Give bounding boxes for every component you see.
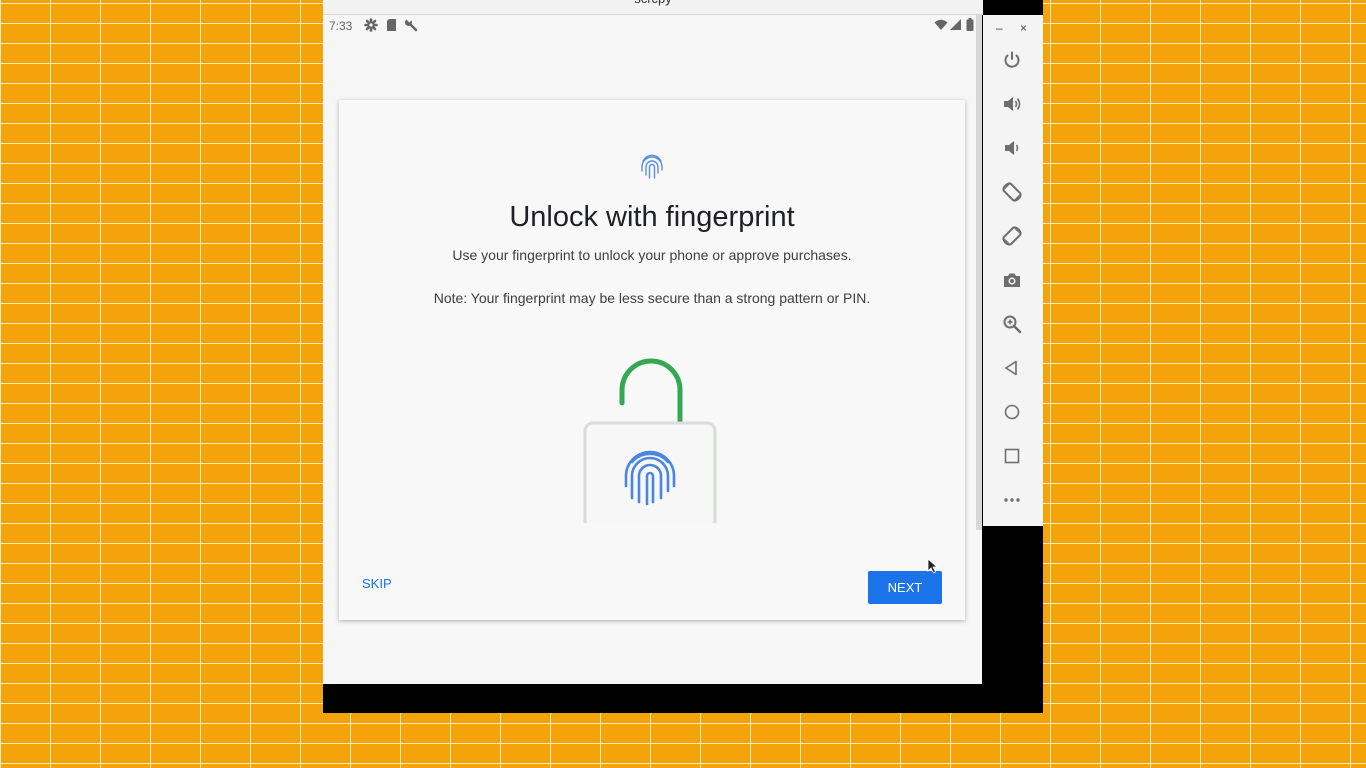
- rotate-right-icon: [1002, 226, 1022, 246]
- security-note: Note: Your fingerprint may be less secur…: [433, 290, 871, 306]
- window-titlebar[interactable]: scrcpy: [323, 0, 983, 15]
- window-title: scrcpy: [323, 0, 983, 6]
- wrench-icon: [405, 18, 418, 32]
- setup-card: Unlock with fingerprint Use your fingerp…: [339, 100, 965, 620]
- screen-scrollbar[interactable]: [976, 15, 982, 530]
- status-time: 7:33: [329, 19, 353, 33]
- rotate-left-button[interactable]: [999, 179, 1025, 205]
- padlock-shackle: [619, 358, 683, 425]
- signal-icon: [950, 19, 961, 30]
- volume-up-icon: [1004, 97, 1021, 111]
- overview-button[interactable]: [999, 443, 1025, 469]
- volume-up-button[interactable]: [999, 91, 1025, 117]
- more-dots-icon: [1004, 498, 1020, 502]
- overview-square-icon: [1004, 448, 1020, 464]
- power-icon: [1004, 51, 1020, 68]
- more-button[interactable]: [999, 487, 1025, 513]
- back-triangle-icon: [1005, 360, 1017, 376]
- side-toolbar: – ×: [983, 15, 1043, 526]
- page-description: Use your fingerprint to unlock your phon…: [452, 247, 852, 263]
- volume-down-icon: [1005, 141, 1019, 155]
- minimize-button[interactable]: –: [996, 21, 1003, 35]
- next-button[interactable]: NEXT: [868, 571, 942, 604]
- battery-icon: [966, 18, 974, 31]
- screenshot-button[interactable]: [999, 267, 1025, 293]
- home-circle-icon: [1004, 404, 1020, 420]
- device-screen[interactable]: 7:33 Unlock with fingerprint Use your fi…: [323, 15, 982, 684]
- volume-down-button[interactable]: [999, 135, 1025, 161]
- power-button[interactable]: [999, 47, 1025, 73]
- unlocked-padlock-illustration: [583, 358, 717, 523]
- wifi-icon: [934, 19, 948, 30]
- close-button[interactable]: ×: [1020, 21, 1027, 35]
- mouse-cursor-icon: [927, 558, 939, 574]
- rotate-right-button[interactable]: [999, 223, 1025, 249]
- sd-card-icon: [387, 19, 396, 31]
- rotate-left-icon: [1002, 182, 1022, 202]
- fingerprint-icon: [641, 154, 663, 179]
- page-title: Unlock with fingerprint: [509, 201, 795, 233]
- zoom-in-icon: [1003, 315, 1022, 334]
- gear-icon: [364, 18, 378, 32]
- home-button[interactable]: [999, 399, 1025, 425]
- back-button[interactable]: [999, 355, 1025, 381]
- zoom-button[interactable]: [999, 311, 1025, 337]
- status-bar: 7:33: [323, 15, 982, 39]
- skip-button[interactable]: SKIP: [361, 572, 393, 595]
- camera-icon: [1004, 273, 1020, 287]
